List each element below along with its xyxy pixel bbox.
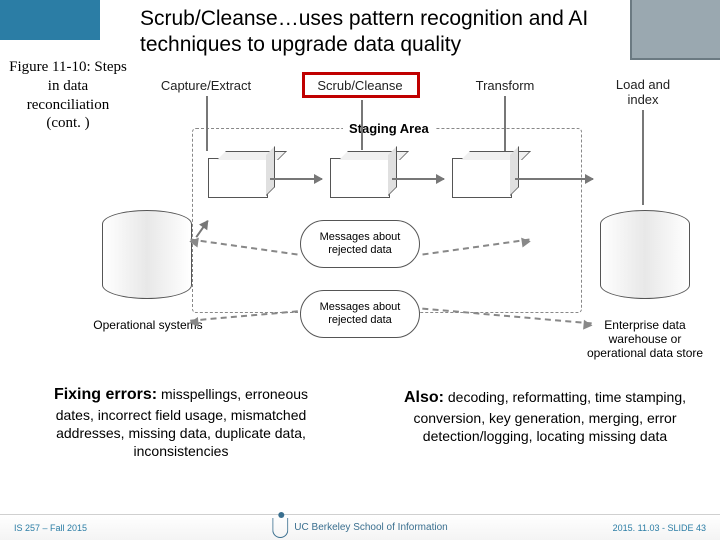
footer-course-label: IS 257 – Fall 2015 <box>0 523 87 533</box>
desc-right-lead: Also: <box>404 389 444 406</box>
slide-title: Scrub/Cleanse…uses pattern recognition a… <box>140 6 640 59</box>
footer-school-label: UC Berkeley School of Information <box>272 518 447 538</box>
rejected-cloud-bottom: Messages about rejected data <box>300 290 420 338</box>
desc-right-rest: decoding, reformatting, time stamping, c… <box>413 389 686 444</box>
reconciliation-diagram: Staging Area Capture/Extract Scrub/Clean… <box>130 60 710 380</box>
slide-footer: IS 257 – Fall 2015 UC Berkeley School of… <box>0 514 720 540</box>
arrow-label-transform <box>504 96 506 151</box>
capture-box <box>208 158 268 198</box>
warehouse-db-label: Enterprise data warehouse or operational… <box>585 318 705 360</box>
transform-box <box>452 158 512 198</box>
desc-fixing-errors: Fixing errors: misspellings, erroneous d… <box>36 385 326 460</box>
scrub-highlight-box <box>302 72 420 98</box>
step-load-label: Load and index <box>608 78 678 108</box>
arrow-label-scrub <box>361 100 363 150</box>
operational-db-icon <box>102 210 192 310</box>
warehouse-db-icon <box>600 210 690 310</box>
scrub-box <box>330 158 390 198</box>
staging-area-label: Staging Area <box>343 121 435 136</box>
arrow-label-load <box>642 110 644 205</box>
arrow-label-capture <box>206 96 208 151</box>
footer-slide-number: 2015. 11.03 - SLIDE 43 <box>613 523 706 533</box>
footer-center-text: UC Berkeley School of Information <box>294 522 447 533</box>
header-decorative-image <box>630 0 720 60</box>
ischool-logo-icon <box>272 518 288 538</box>
desc-left-lead: Fixing errors: <box>54 386 157 403</box>
header-accent-bar <box>0 0 100 40</box>
arrow-capture-scrub <box>270 178 322 180</box>
desc-also: Also: decoding, reformatting, time stamp… <box>400 388 690 445</box>
rejected-cloud-top: Messages about rejected data <box>300 220 420 268</box>
step-capture-label: Capture/Extract <box>156 78 256 93</box>
arrow-scrub-transform <box>392 178 444 180</box>
step-transform-label: Transform <box>465 78 545 93</box>
figure-caption: Figure 11-10: Steps in data reconciliati… <box>8 58 128 133</box>
arrow-transform-load <box>515 178 593 180</box>
